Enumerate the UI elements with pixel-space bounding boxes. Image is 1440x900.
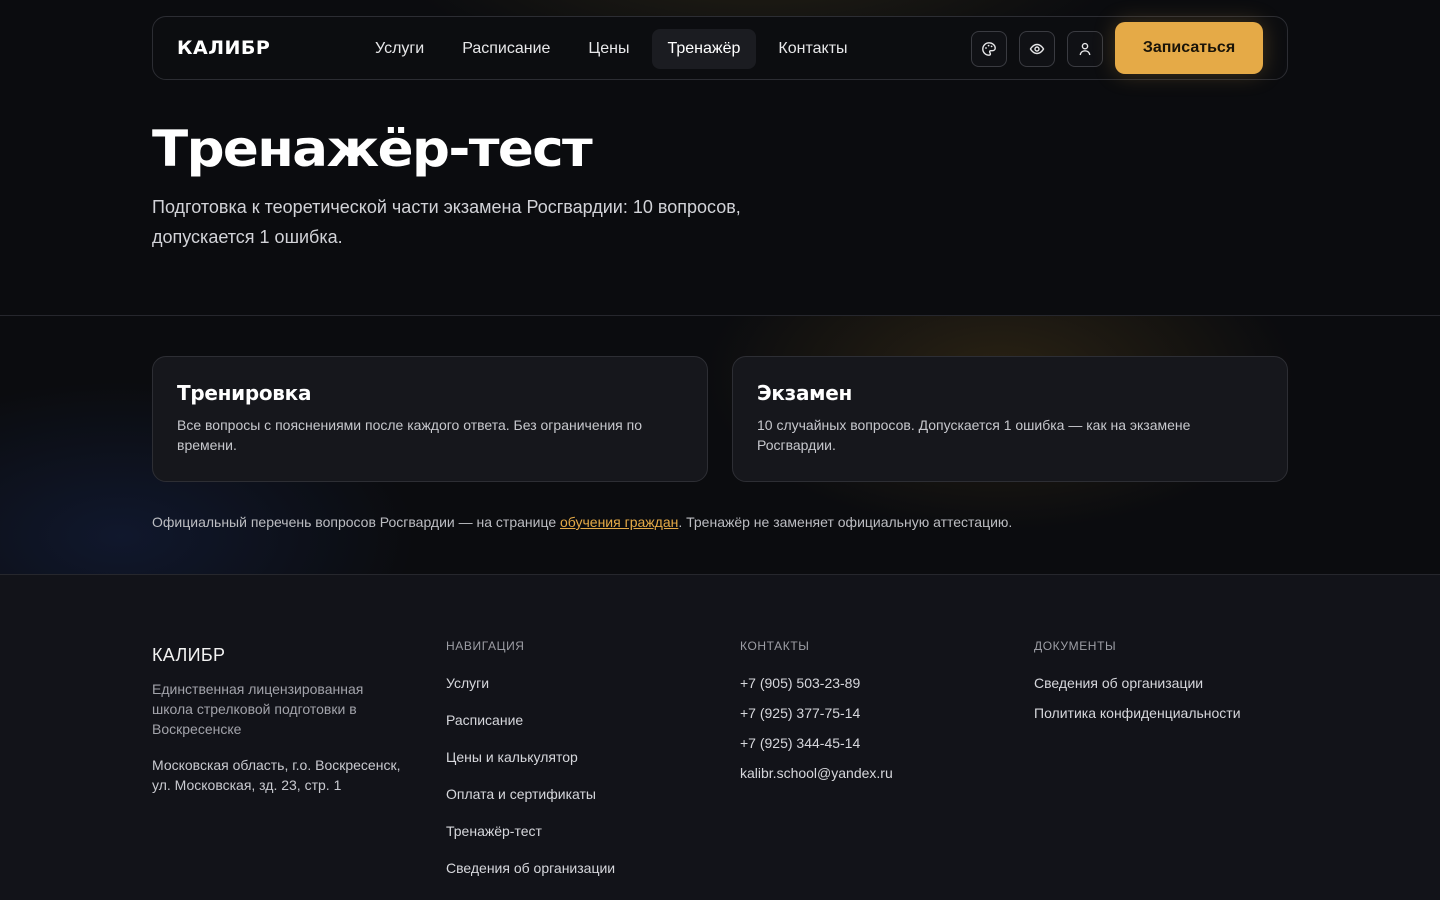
footer-link-trainer[interactable]: Тренажёр-тест — [446, 823, 615, 860]
footer-link-schedule[interactable]: Расписание — [446, 712, 615, 749]
footer-description: Единственная лицензированная школа стрел… — [152, 681, 364, 737]
site-header: КАЛИБР Услуги Расписание Цены Тренажёр К… — [152, 16, 1288, 80]
user-icon — [1079, 42, 1091, 56]
account-button[interactable] — [1067, 31, 1103, 67]
phone-link[interactable]: +7 (925) 344-45-14 — [740, 735, 893, 765]
accessibility-button[interactable] — [1019, 31, 1055, 67]
card-title: Тренировка — [177, 381, 312, 405]
footer-documents: ДОКУМЕНТЫ Сведения об организации Полити… — [1034, 639, 1241, 735]
page-title: Тренажёр-тест — [152, 120, 593, 178]
site-footer: КАЛИБР Единственная лицензированная школ… — [0, 575, 1440, 900]
footer-link-prices[interactable]: Цены и калькулятор — [446, 749, 615, 786]
footer-contacts: КОНТАКТЫ +7 (905) 503-23-89 +7 (925) 377… — [740, 639, 893, 795]
card-text: 10 случайных вопросов. Допускается 1 оши… — [757, 417, 1191, 453]
page-subtitle: Подготовка к теоретической части экзамен… — [152, 197, 741, 247]
email-link[interactable]: kalibr.school@yandex.ru — [740, 765, 893, 795]
phone-link[interactable]: +7 (925) 377-75-14 — [740, 705, 893, 735]
note-text-after: . Тренажёр не заменяет официальную аттес… — [678, 514, 1013, 530]
footer-address: Московская область, г.о. Воскресенск, ул… — [152, 757, 401, 793]
footer-logo[interactable]: КАЛИБР — [152, 645, 225, 666]
footer-link-payment[interactable]: Оплата и сертификаты — [446, 786, 615, 823]
footer-navigation: НАВИГАЦИЯ Услуги Расписание Цены и кальк… — [446, 639, 615, 897]
nav-item-contacts[interactable]: Контакты — [762, 29, 863, 69]
modes-section: Тренировка Все вопросы с пояснениями пос… — [0, 315, 1440, 575]
nav-item-schedule[interactable]: Расписание — [446, 29, 566, 69]
nav-item-services[interactable]: Услуги — [359, 29, 440, 69]
footer-link-services[interactable]: Услуги — [446, 675, 615, 712]
training-mode-card[interactable]: Тренировка Все вопросы с пояснениями пос… — [152, 356, 708, 482]
card-text: Все вопросы с пояснениями после каждого … — [177, 417, 643, 453]
card-title: Экзамен — [757, 381, 852, 405]
phone-link[interactable]: +7 (905) 503-23-89 — [740, 675, 893, 705]
footer-heading: НАВИГАЦИЯ — [446, 639, 525, 653]
palette-icon — [982, 42, 996, 56]
nav-item-trainer[interactable]: Тренажёр — [651, 29, 757, 69]
note-text-before: Официальный перечень вопросов Росгвардии… — [152, 514, 560, 530]
theme-button[interactable] — [971, 31, 1007, 67]
footer-link-privacy[interactable]: Политика конфиденциальности — [1034, 705, 1241, 735]
footer-link-org-info[interactable]: Сведения об организации — [1034, 675, 1241, 705]
footer-heading: КОНТАКТЫ — [740, 639, 810, 653]
footer-heading: ДОКУМЕНТЫ — [1034, 639, 1117, 653]
exam-mode-card[interactable]: Экзамен 10 случайных вопросов. Допускает… — [732, 356, 1288, 482]
nav-item-prices[interactable]: Цены — [572, 29, 645, 69]
eye-icon — [1029, 43, 1045, 55]
disclaimer-note: Официальный перечень вопросов Росгвардии… — [152, 514, 1012, 530]
citizens-training-link[interactable]: обучения граждан — [560, 514, 678, 530]
footer-link-organization[interactable]: Сведения об организации — [446, 860, 615, 897]
logo[interactable]: КАЛИБР — [177, 37, 270, 59]
main-nav: Услуги Расписание Цены Тренажёр Контакты — [359, 29, 864, 69]
signup-button[interactable]: Записаться — [1115, 22, 1263, 74]
